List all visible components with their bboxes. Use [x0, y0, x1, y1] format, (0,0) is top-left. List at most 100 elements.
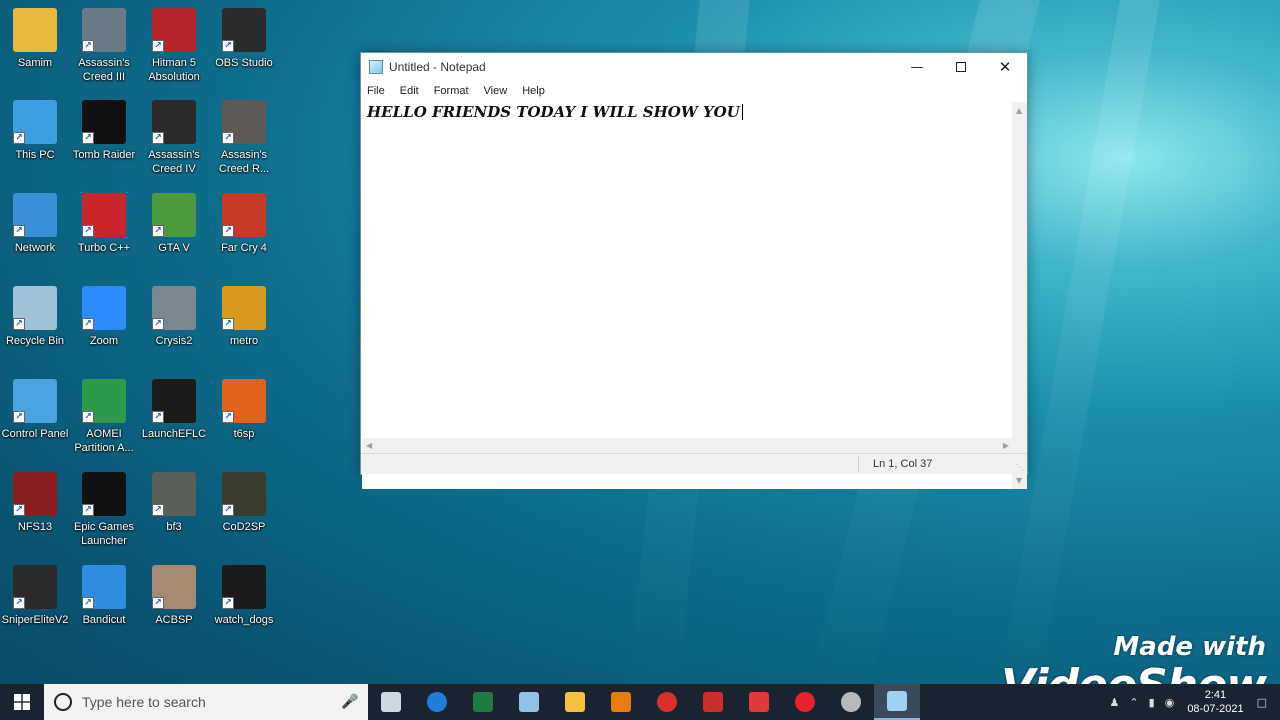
- shortcut-arrow-icon: ↗: [152, 411, 164, 423]
- microphone-icon[interactable]: 🎤: [340, 694, 360, 710]
- battery-icon[interactable]: ▮: [1149, 696, 1155, 709]
- taskbar-app-button[interactable]: [874, 684, 920, 720]
- desktop-icon[interactable]: ↗ Hitman 5 Absolution: [139, 8, 209, 84]
- nfs13-icon: ↗: [13, 472, 57, 516]
- desktop-icon[interactable]: ↗ OBS Studio: [209, 8, 279, 70]
- desktop-icon[interactable]: ↗ AOMEI Partition A...: [69, 379, 139, 455]
- desktop-icon[interactable]: ↗ Epic Games Launcher: [69, 472, 139, 548]
- shortcut-arrow-icon: ↗: [13, 132, 25, 144]
- taskbar-app-button[interactable]: [736, 684, 782, 720]
- desktop-icon-label: Control Panel: [1, 428, 69, 440]
- crysis2-icon: ↗: [152, 286, 196, 330]
- taskbar-app-button[interactable]: [552, 684, 598, 720]
- network-icon: ↗: [13, 193, 57, 237]
- scroll-left-icon[interactable]: ◀: [366, 441, 372, 450]
- taskbar-app-button[interactable]: [414, 684, 460, 720]
- desktop-icon[interactable]: ↗ Tomb Raider: [69, 100, 139, 162]
- desktop-icon[interactable]: ↗ This PC: [0, 100, 70, 162]
- desktop-icon[interactable]: ↗ Control Panel: [0, 379, 70, 441]
- turbo-cpp-icon: ↗: [82, 193, 126, 237]
- desktop-icon[interactable]: ↗ bf3: [139, 472, 209, 534]
- notepad-window[interactable]: Untitled - Notepad — ✕ File Edit Format …: [360, 52, 1028, 489]
- notepad-titlebar[interactable]: Untitled - Notepad — ✕: [361, 53, 1027, 81]
- start-button[interactable]: [0, 684, 44, 720]
- scroll-up-icon[interactable]: ▲: [1016, 106, 1022, 115]
- blender-icon: [611, 692, 631, 712]
- desktop-icon[interactable]: ↗ Assassin's Creed III: [69, 8, 139, 84]
- taskbar: Type here to search 🎤 ♟ ⌃ ▮ ◉ 2:41 08-07…: [0, 684, 1280, 720]
- desktop-icon[interactable]: ↗ Turbo C++: [69, 193, 139, 255]
- hitman-icon: ↗: [152, 8, 196, 52]
- text-editor[interactable]: HELLO FRIENDS TODAY I WILL SHOW YOU: [362, 102, 1013, 489]
- desktop-icon[interactable]: Samim: [0, 8, 70, 70]
- desktop-icon[interactable]: ↗ Bandicut: [69, 565, 139, 627]
- shortcut-arrow-icon: ↗: [82, 132, 94, 144]
- notification-icon[interactable]: □: [1257, 696, 1267, 709]
- clock[interactable]: 2:41 08-07-2021: [1187, 688, 1243, 716]
- desktop-icon[interactable]: ↗ CoD2SP: [209, 472, 279, 534]
- cursor-position: Ln 1, Col 37: [873, 458, 933, 470]
- desktop-icon[interactable]: ↗ ACBSP: [139, 565, 209, 627]
- desktop-icon[interactable]: ↗ Recycle Bin: [0, 286, 70, 348]
- desktop-icon-label: Zoom: [89, 335, 119, 347]
- desktop-icon[interactable]: ↗ Assasin's Creed R...: [209, 100, 279, 176]
- desktop-icon[interactable]: ↗ LaunchEFLC: [139, 379, 209, 441]
- taskbar-app-button[interactable]: [460, 684, 506, 720]
- menu-format[interactable]: Format: [434, 85, 469, 97]
- desktop-icon[interactable]: ↗ GTA V: [139, 193, 209, 255]
- shortcut-arrow-icon: ↗: [152, 225, 164, 237]
- maximize-button[interactable]: [939, 53, 983, 81]
- menu-edit[interactable]: Edit: [400, 85, 419, 97]
- desktop-icon-label: Turbo C++: [77, 242, 131, 254]
- epic-games-icon: ↗: [82, 472, 126, 516]
- desktop-icon[interactable]: ↗ Crysis2: [139, 286, 209, 348]
- resize-grip-icon[interactable]: ⋱: [1016, 463, 1024, 472]
- bandicut-icon: ↗: [82, 565, 126, 609]
- shortcut-arrow-icon: ↗: [82, 225, 94, 237]
- desktop-icon[interactable]: ↗ SniperEliteV2: [0, 565, 70, 627]
- scroll-down-icon[interactable]: ▼: [1016, 476, 1022, 485]
- shortcut-arrow-icon: ↗: [13, 504, 25, 516]
- desktop-icon[interactable]: ↗ watch_dogs: [209, 565, 279, 627]
- desktop-icon[interactable]: ↗ t6sp: [209, 379, 279, 441]
- desktop-icon[interactable]: ↗ metro: [209, 286, 279, 348]
- wifi-icon[interactable]: ◉: [1165, 696, 1175, 709]
- shortcut-arrow-icon: ↗: [222, 597, 234, 609]
- window-title: Untitled - Notepad: [389, 60, 486, 74]
- shortcut-arrow-icon: ↗: [13, 318, 25, 330]
- desktop-icon[interactable]: ↗ Far Cry 4: [209, 193, 279, 255]
- desktop-icon[interactable]: ↗ Assassin's Creed IV: [139, 100, 209, 176]
- taskbar-app-button[interactable]: [506, 684, 552, 720]
- shortcut-arrow-icon: ↗: [13, 597, 25, 609]
- paint-icon: [519, 692, 539, 712]
- taskbar-search[interactable]: Type here to search 🎤: [44, 684, 368, 720]
- close-button[interactable]: ✕: [983, 53, 1027, 81]
- scroll-right-icon[interactable]: ▶: [1003, 441, 1009, 450]
- menu-file[interactable]: File: [367, 85, 385, 97]
- chevron-up-icon[interactable]: ⌃: [1129, 696, 1138, 709]
- desktop-icon-label: Assasin's Creed R...: [218, 149, 270, 175]
- taskbar-app-button[interactable]: [690, 684, 736, 720]
- taskbar-app-button[interactable]: [368, 684, 414, 720]
- sniper-elite-icon: ↗: [13, 565, 57, 609]
- taskbar-app-button[interactable]: [644, 684, 690, 720]
- menu-view[interactable]: View: [484, 85, 508, 97]
- minimize-icon: —: [910, 59, 924, 75]
- media-player-icon: [657, 692, 677, 712]
- desktop-icon[interactable]: ↗ NFS13: [0, 472, 70, 534]
- people-icon[interactable]: ♟: [1110, 696, 1120, 709]
- horizontal-scrollbar[interactable]: ◀ ▶: [362, 438, 1013, 453]
- minimize-button[interactable]: —: [895, 53, 939, 81]
- taskbar-app-button[interactable]: [828, 684, 874, 720]
- aomei-icon: ↗: [82, 379, 126, 423]
- taskbar-app-button[interactable]: [782, 684, 828, 720]
- vertical-scrollbar[interactable]: ▲ ▼: [1012, 102, 1027, 489]
- desktop-icon-label: Far Cry 4: [221, 242, 267, 254]
- desktop-icon-label: AOMEI Partition A...: [74, 428, 134, 454]
- taskbar-app-button[interactable]: [598, 684, 644, 720]
- desktop-icon[interactable]: ↗ Network: [0, 193, 70, 255]
- menu-help[interactable]: Help: [522, 85, 545, 97]
- notepad-icon: [369, 60, 383, 74]
- edge-icon: [427, 692, 447, 712]
- desktop-icon[interactable]: ↗ Zoom: [69, 286, 139, 348]
